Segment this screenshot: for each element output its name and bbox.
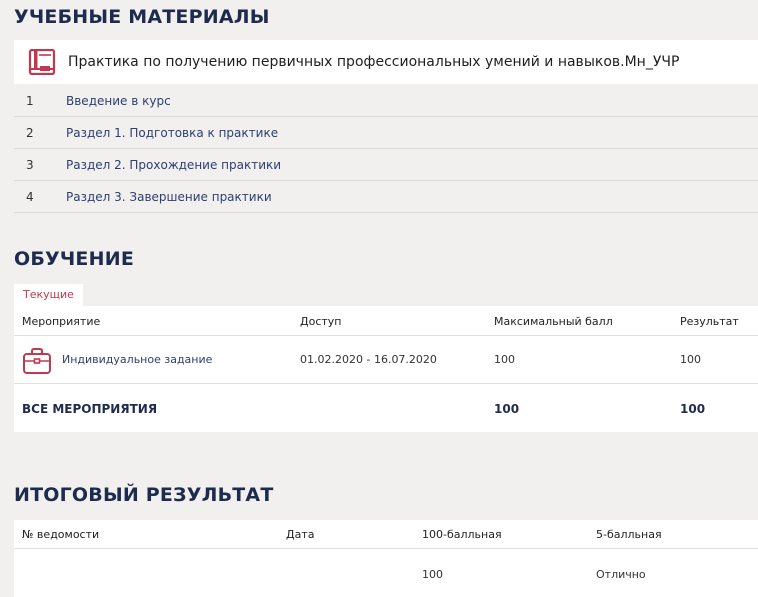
item-number: 1 (26, 93, 34, 108)
final-title: ИТОГОВЫЙ РЕЗУЛЬТАТ (14, 484, 274, 506)
table-row: 100 Отлично (14, 549, 758, 597)
item-link[interactable]: Введение в курс (66, 94, 171, 108)
book-icon (28, 49, 56, 75)
final-table-header: № ведомости Дата 100-балльная 5-балльная (14, 520, 758, 549)
total-label: ВСЕ МЕРОПРИЯТИЯ (22, 402, 158, 416)
header-event: Мероприятие (22, 315, 101, 328)
list-item[interactable]: 1 Введение в курс (14, 85, 758, 117)
event-result: 100 (680, 353, 701, 366)
list-item[interactable]: 4 Раздел 3. Завершение практики (14, 181, 758, 213)
item-number: 3 (26, 157, 34, 172)
course-card[interactable]: Практика по получению первичных професси… (14, 40, 758, 84)
header-score-100: 100-балльная (422, 528, 502, 541)
list-item[interactable]: 2 Раздел 1. Подготовка к практике (14, 117, 758, 149)
event-max-score: 100 (494, 353, 515, 366)
header-max-score: Максимальный балл (494, 315, 613, 328)
events-table-header: Мероприятие Доступ Максимальный балл Рез… (14, 306, 758, 336)
briefcase-icon (23, 348, 51, 374)
materials-title: УЧЕБНЫЕ МАТЕРИАЛЫ (14, 6, 270, 28)
header-score-5: 5-балльная (596, 528, 662, 541)
item-link[interactable]: Раздел 3. Завершение практики (66, 190, 272, 204)
header-date: Дата (286, 528, 315, 541)
item-number: 4 (26, 189, 34, 204)
event-access: 01.02.2020 - 16.07.2020 (300, 353, 437, 366)
item-number: 2 (26, 125, 34, 140)
total-max-score: 100 (494, 402, 520, 416)
score-100: 100 (422, 568, 443, 581)
tab-current[interactable]: Текущие (14, 284, 83, 306)
table-row[interactable]: Индивидуальное задание 01.02.2020 - 16.0… (14, 336, 758, 384)
total-result: 100 (680, 402, 706, 416)
final-table: № ведомости Дата 100-балльная 5-балльная… (14, 520, 758, 597)
header-statement-number: № ведомости (22, 528, 100, 541)
materials-list: 1 Введение в курс 2 Раздел 1. Подготовка… (14, 85, 758, 213)
total-row: ВСЕ МЕРОПРИЯТИЯ 100 100 (14, 384, 758, 432)
events-table: Мероприятие Доступ Максимальный балл Рез… (14, 306, 758, 432)
event-link[interactable]: Индивидуальное задание (62, 353, 212, 366)
item-link[interactable]: Раздел 2. Прохождение практики (66, 158, 281, 172)
item-link[interactable]: Раздел 1. Подготовка к практике (66, 126, 278, 140)
header-result: Результат (680, 315, 739, 328)
header-access: Доступ (300, 315, 342, 328)
course-title[interactable]: Практика по получению первичных професси… (68, 54, 679, 70)
score-5: Отлично (596, 568, 646, 581)
list-item[interactable]: 3 Раздел 2. Прохождение практики (14, 149, 758, 181)
learning-title: ОБУЧЕНИЕ (14, 248, 134, 270)
